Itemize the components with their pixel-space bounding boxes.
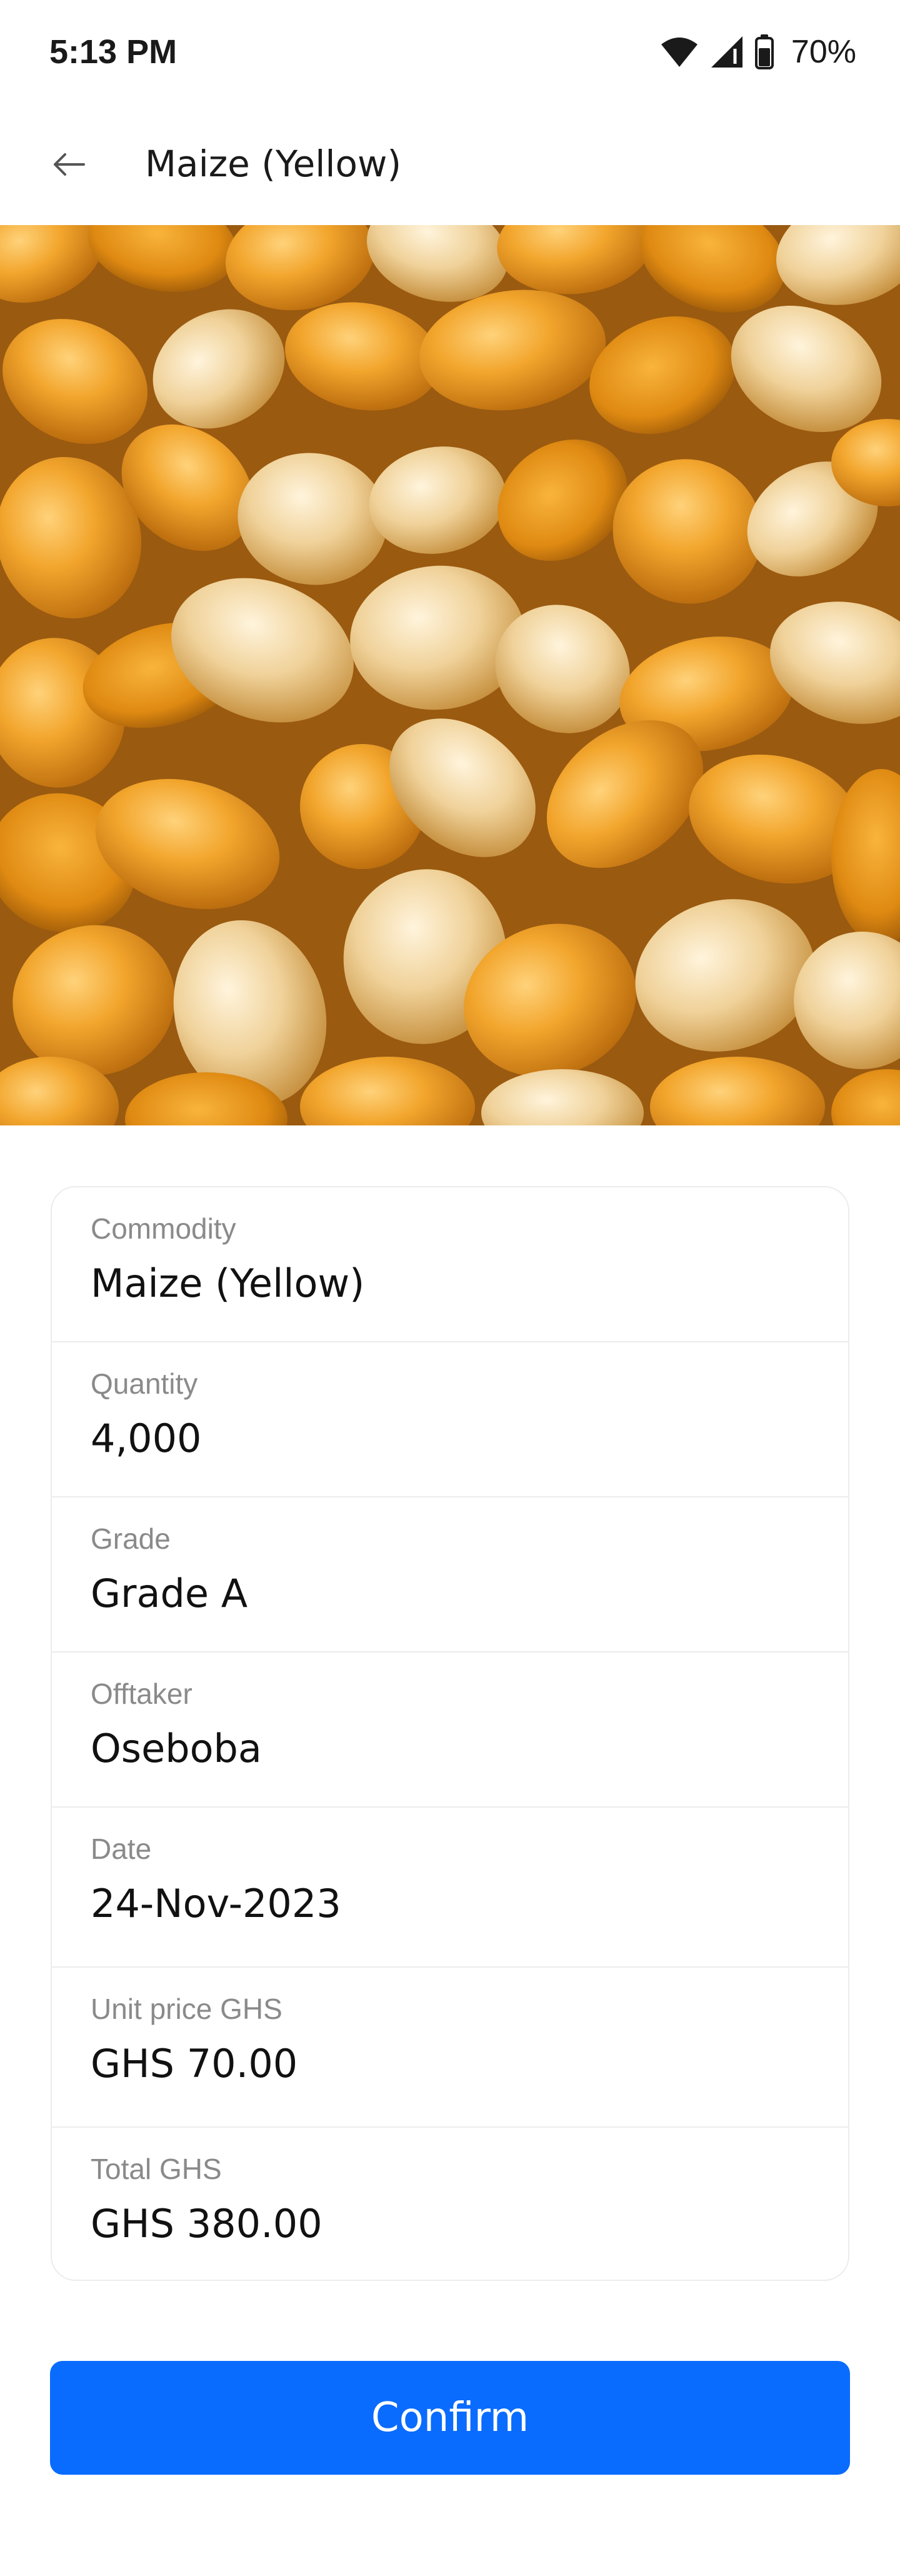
- date-label: Date: [91, 1833, 152, 1865]
- offtaker-value: Oseboba: [91, 1725, 262, 1771]
- detail-row-commodity: Commodity Maize (Yellow): [52, 1187, 848, 1342]
- page-title: Maize (Yellow): [145, 143, 402, 185]
- commodity-image: [0, 225, 900, 1125]
- detail-row-date: Date 24-Nov-2023: [52, 1808, 848, 1968]
- total-value: GHS 380.00: [91, 2200, 322, 2246]
- unit-price-label: Unit price GHS: [91, 1993, 282, 2025]
- back-arrow-icon: [52, 153, 85, 179]
- detail-row-unit-price: Unit price GHS GHS 70.00: [52, 1968, 848, 2128]
- detail-row-grade: Grade Grade A: [52, 1497, 848, 1653]
- battery-icon: [754, 34, 774, 69]
- date-value: 24-Nov-2023: [91, 1880, 341, 1926]
- detail-row-offtaker: Offtaker Oseboba: [52, 1653, 848, 1808]
- wifi-icon: [660, 36, 699, 68]
- total-label: Total GHS: [91, 2153, 222, 2185]
- status-icons: 70%: [660, 31, 856, 73]
- quantity-value: 4,000: [91, 1415, 202, 1461]
- confirm-button[interactable]: Confirm: [50, 2361, 850, 2475]
- commodity-label: Commodity: [91, 1212, 236, 1245]
- back-button[interactable]: [38, 134, 100, 197]
- commodity-value: Maize (Yellow): [91, 1260, 365, 1306]
- unit-price-value: GHS 70.00: [91, 2040, 298, 2086]
- grade-value: Grade A: [91, 1570, 248, 1616]
- signal-icon: [710, 35, 744, 69]
- grade-label: Grade: [91, 1522, 171, 1555]
- status-bar: 5:13 PM 70%: [0, 0, 900, 106]
- offtaker-label: Offtaker: [91, 1678, 192, 1710]
- quantity-label: Quantity: [91, 1367, 198, 1400]
- detail-row-quantity: Quantity 4,000: [52, 1342, 848, 1497]
- status-time: 5:13 PM: [49, 33, 178, 71]
- kernel-pattern: [0, 225, 900, 1125]
- detail-row-total: Total GHS GHS 380.00: [52, 2128, 848, 2280]
- app-bar: Maize (Yellow): [0, 106, 900, 225]
- order-details-card: Commodity Maize (Yellow) Quantity 4,000 …: [51, 1186, 849, 2281]
- battery-percentage: 70%: [791, 34, 856, 70]
